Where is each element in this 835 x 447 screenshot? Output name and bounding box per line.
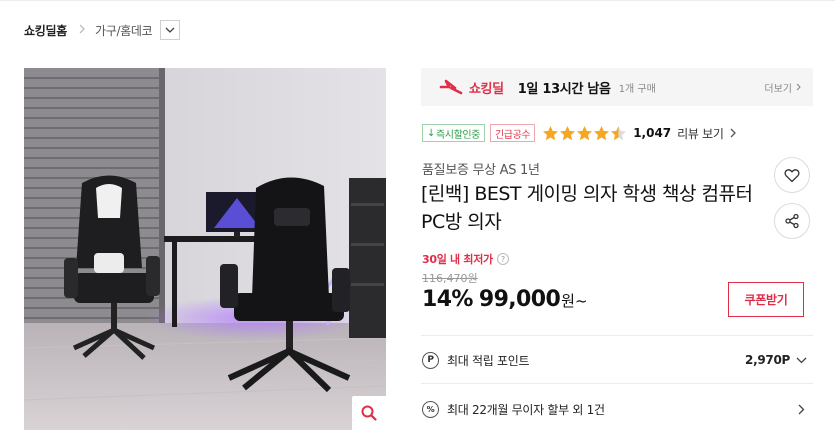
product-title: [린백] BEST 게이밍 의자 학생 책상 컴퓨터 PC방 의자 [421, 183, 753, 233]
chevron-right-icon [79, 23, 85, 37]
star-icon [577, 125, 593, 140]
search-icon [361, 405, 377, 421]
wishlist-button[interactable] [774, 157, 810, 193]
discount-rate: 14% [422, 287, 473, 312]
divider [421, 335, 813, 336]
deal-more-link[interactable]: 더보기 [764, 80, 801, 95]
deal-buyer-count: 1개 구매 [618, 83, 656, 95]
installment-row[interactable]: % 최대 22개월 무이자 할부 외 1건 [422, 398, 807, 420]
divider [421, 383, 813, 384]
down-arrow-icon: ↓ [427, 127, 435, 139]
points-value: 2,970P [745, 353, 790, 367]
chevron-right-icon [798, 404, 805, 414]
chevron-right-icon [796, 83, 801, 91]
chevron-right-icon [730, 128, 736, 138]
chevron-down-icon [796, 357, 807, 363]
product-image[interactable] [24, 68, 386, 430]
points-label: 최대 적립 포인트 [447, 353, 530, 368]
original-price: 116,470원 [422, 272, 478, 285]
category-dropdown-button[interactable] [160, 20, 181, 40]
star-icon [611, 125, 627, 140]
review-link[interactable]: 리뷰 보기 [677, 125, 736, 142]
installment-label: 최대 22개월 무이자 할부 외 1건 [447, 402, 605, 417]
star-icon [594, 125, 610, 140]
review-count[interactable]: 1,047 [633, 126, 671, 140]
breadcrumb-home[interactable]: 쇼킹딜홈 [24, 22, 67, 39]
rating-stars [542, 125, 627, 142]
review-link-label: 리뷰 보기 [677, 126, 724, 141]
urgent-badge: 긴급공수 [490, 124, 536, 142]
points-row[interactable]: P 최대 적립 포인트 2,970P [422, 349, 807, 371]
point-icon: P [422, 351, 439, 369]
instant-discount-label: 즉시할인중 [435, 129, 480, 141]
zoom-button[interactable] [352, 396, 386, 430]
star-icon [560, 125, 576, 140]
breadcrumb-category[interactable]: 가구/홈데코 [95, 22, 153, 39]
chevron-down-icon [165, 27, 175, 33]
product-photo [24, 68, 386, 430]
instant-discount-badge: ↓ 즉시할인중 [422, 124, 485, 142]
product-subtitle: 품질보증 무상 AS 1년 [422, 163, 540, 178]
price-unit: 원~ [561, 292, 588, 310]
coupon-button[interactable]: 쿠폰받기 [728, 282, 804, 317]
deal-name: 쇼킹딜 [469, 81, 504, 97]
deal-more-label: 더보기 [764, 83, 792, 95]
share-icon [785, 213, 799, 229]
lowest-price-text: 30일 내 최저가 [422, 253, 493, 266]
share-button[interactable] [774, 203, 810, 239]
percent-icon: % [422, 400, 439, 418]
sale-price: 99,000 [478, 287, 561, 312]
lowest-price-label: 30일 내 최저가 ? [422, 251, 509, 267]
heart-icon [784, 168, 800, 182]
badge-rating-row: ↓ 즉시할인중 긴급공수 1,047 리뷰 보기 [422, 124, 736, 142]
help-icon[interactable]: ? [496, 253, 509, 265]
deal-time-left: 1일 13시간 남음 [517, 81, 611, 97]
star-icon [543, 125, 559, 140]
deal-banner: 쇼킹딜 1일 13시간 남음 1개 구매 더보기 [421, 68, 813, 106]
flame-icon [439, 79, 463, 95]
breadcrumb: 쇼킹딜홈 가구/홈데코 [24, 19, 181, 41]
top-divider [0, 0, 835, 1]
price-row: 14% 99,000 원~ [422, 287, 588, 312]
